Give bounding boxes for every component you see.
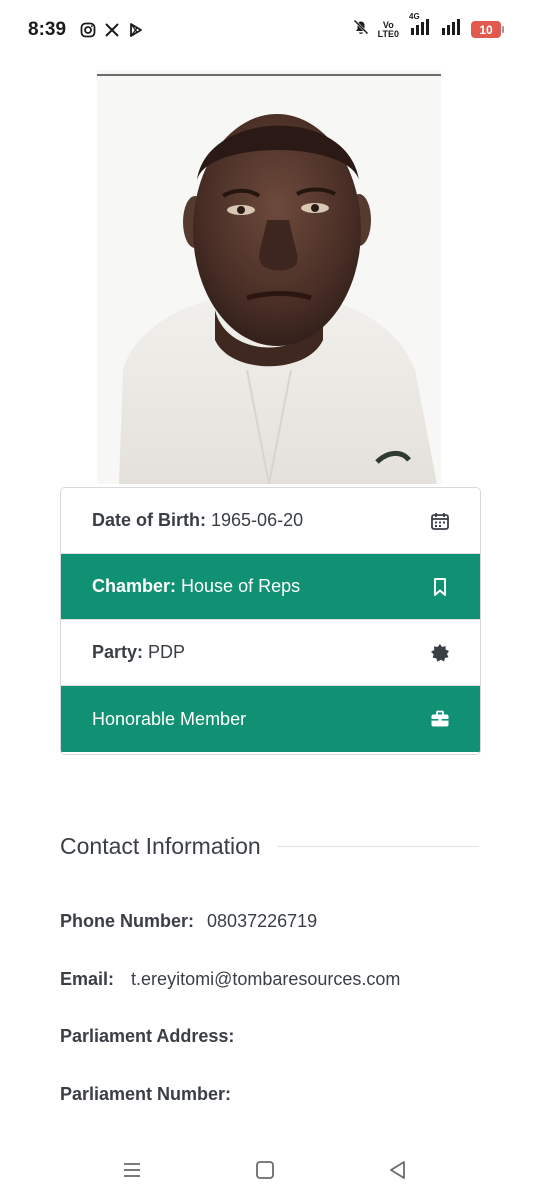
system-navigation-bar [0,1140,539,1200]
info-row-chamber: Chamber: House of Reps [61,554,480,620]
back-icon[interactable] [384,1156,412,1184]
contact-parliament-address: Parliament Address: [60,1026,234,1047]
email-label: Email: [60,969,115,989]
bookmark-icon [430,577,450,597]
parliament-address-label: Parliament Address: [60,1026,235,1046]
calendar-icon [430,511,450,531]
signal-icon [441,18,463,41]
party-value: PDP [148,642,186,662]
instagram-icon [80,22,96,43]
battery-indicator: 10 [471,21,504,38]
info-row-text: Chamber: House of Reps [92,576,300,597]
portrait-image [119,114,437,484]
section-divider [276,845,479,847]
info-row-text: Party: PDP [92,642,185,663]
phone-value[interactable]: 08037226719 [207,911,317,931]
email-value[interactable]: t.ereyitomi@tombaresources.com [131,969,400,989]
volte-label-bottom: LTE0 [377,28,399,39]
volte-indicator: Vo LTE0 [377,20,399,39]
party-label: Party: [92,642,144,662]
x-icon [104,22,120,43]
status-app-icons [80,22,144,43]
contact-section-header: Contact Information [60,829,479,863]
info-row-party: Party: PDP [61,620,480,686]
chamber-label: Chamber: [92,576,177,596]
parliament-number-label: Parliament Number: [60,1084,232,1104]
status-bar: 8:39 Vo LTE0 4G 10 [0,0,539,62]
menu-icon[interactable] [118,1156,146,1184]
network-type: 4G [409,12,420,21]
contact-title: Contact Information [60,832,261,859]
play-store-icon [128,22,144,43]
status-time: 8:39 [28,19,67,40]
status-indicators: Vo LTE0 4G 10 [352,12,504,41]
contact-phone: Phone Number: 08037226719 [60,911,317,932]
info-row-title: Honorable Member [61,686,480,752]
contact-parliament-number: Parliament Number: [60,1084,231,1105]
contact-email: Email: t.ereyitomi@tombaresources.com [60,969,400,990]
mute-icon [352,18,370,41]
info-row-text: Honorable Member [92,709,246,730]
chamber-value: House of Reps [181,576,301,596]
profile-photo [97,70,441,484]
dob-value: 1965-06-20 [211,510,304,530]
info-row-text: Date of Birth: 1965-06-20 [92,510,303,531]
photo-border-line [97,74,441,76]
briefcase-icon [430,709,450,729]
title-value: Honorable Member [92,708,247,729]
info-row-date-of-birth: Date of Birth: 1965-06-20 [61,488,480,554]
profile-info-list: Date of Birth: 1965-06-20 Chamber: House… [60,487,481,755]
phone-label: Phone Number: [60,911,195,931]
dob-label: Date of Birth: [92,510,206,530]
badge-icon [430,643,450,663]
signal-4g-icon: 4G [407,12,433,41]
home-icon[interactable] [251,1156,279,1184]
